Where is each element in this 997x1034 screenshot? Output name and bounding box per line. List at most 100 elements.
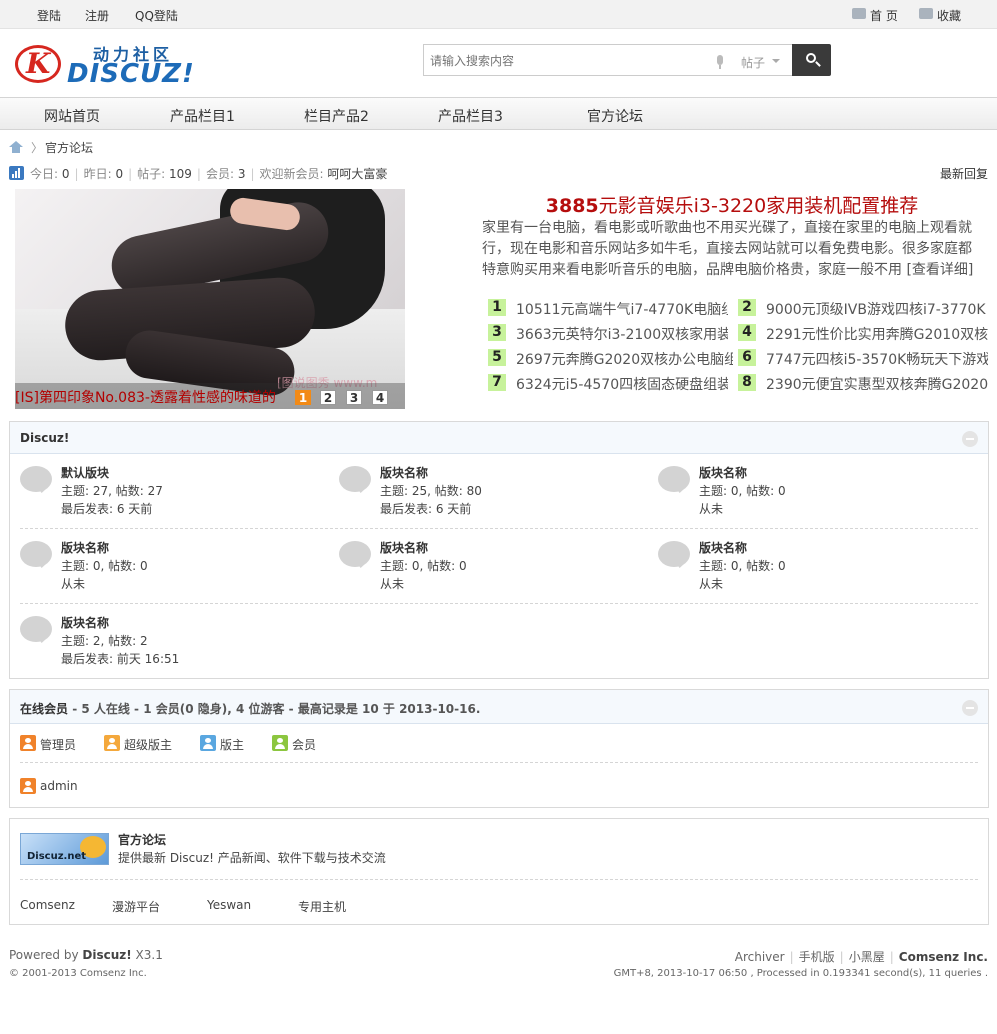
stat-today-label: 今日: xyxy=(30,167,59,181)
stat-members-value: 3 xyxy=(237,167,246,181)
nav-item-forum[interactable]: 官方论坛 xyxy=(587,106,643,126)
friend-link[interactable]: Comsenz xyxy=(20,898,75,912)
collapse-icon[interactable] xyxy=(962,431,978,447)
forum-meta: 主题: 0, 帖数: 0 xyxy=(61,559,148,573)
rank-badge: 2 xyxy=(738,299,756,316)
discuz-link[interactable]: Discuz! xyxy=(82,948,131,962)
search-box: 帖子 xyxy=(423,44,792,76)
slide-page-1[interactable]: 1 xyxy=(295,390,311,405)
collapse-icon[interactable] xyxy=(962,700,978,716)
list-item[interactable]: 6 7747元四核i5-3570K畅玩天下游戏 xyxy=(738,348,988,366)
legend-label: 超级版主 xyxy=(124,738,173,752)
search-type-select[interactable]: 帖子 xyxy=(741,54,765,71)
forum-item[interactable]: 版块名称 主题: 0, 帖数: 0 从未 xyxy=(20,539,320,599)
forum-item[interactable]: 版块名称 主题: 0, 帖数: 0 从未 xyxy=(339,539,639,599)
rank-badge: 3 xyxy=(488,324,506,341)
list-item[interactable]: 5 2697元奔腾G2020双核办公电脑组 xyxy=(488,348,733,366)
forum-name[interactable]: 版块名称 xyxy=(380,464,428,481)
home-link[interactable]: 首 页 xyxy=(852,7,898,24)
friend-link[interactable]: 专用主机 xyxy=(298,898,346,915)
headline-summary: 家里有一台电脑，看电影或听歌曲也不用买光碟了，直接在家里的电脑上观看就行，现在电… xyxy=(482,218,976,281)
panel-header: 在线会员 - 5 人在线 - 1 会员(0 隐身), 4 位游客 - 最高记录是… xyxy=(10,690,988,724)
forum-meta: 主题: 27, 帖数: 27 xyxy=(61,484,163,498)
list-item[interactable]: 4 2291元性价比实用奔腾G2010双核 xyxy=(738,323,988,341)
nav-item-home[interactable]: 网站首页 xyxy=(44,106,100,126)
official-forum-link[interactable]: 官方论坛 xyxy=(118,831,166,848)
site-logo[interactable]: K 动力社区 DISCUZ! xyxy=(15,41,215,89)
forum-item[interactable]: 版块名称 主题: 0, 帖数: 0 从未 xyxy=(658,464,958,524)
home-icon[interactable] xyxy=(9,141,23,153)
headline-title[interactable]: 3885元影音娱乐i3-3220家用装机配置推荐 xyxy=(482,191,982,218)
forum-item[interactable]: 版块名称 主题: 0, 帖数: 0 从未 xyxy=(658,539,958,599)
company-link[interactable]: Comsenz Inc. xyxy=(899,950,988,964)
microphone-icon[interactable] xyxy=(717,55,723,69)
slide-caption[interactable]: [IS]第四印象No.083-透露着性感的味道的 xyxy=(15,387,276,407)
breadcrumb-current[interactable]: 官方论坛 xyxy=(45,139,93,156)
stat-yesterday-label: 昨日: xyxy=(83,167,112,181)
bar-chart-icon xyxy=(9,166,24,180)
legend-label: 会员 xyxy=(292,738,317,752)
forum-item[interactable]: 版块名称 主题: 25, 帖数: 80 最后发表: 6 天前 xyxy=(339,464,639,524)
favorite-link-label: 收藏 xyxy=(937,9,962,23)
list-item[interactable]: 1 10511元高端牛气i7-4770K电脑组 xyxy=(488,298,728,316)
main-nav: 网站首页 产品栏目1 栏目产品2 产品栏目3 官方论坛 xyxy=(0,97,997,130)
logo-en-text: DISCUZ! xyxy=(67,59,195,89)
stat-members-label: 会员: xyxy=(205,167,234,181)
qq-login-link[interactable]: QQ登陆 xyxy=(135,7,178,24)
forum-item[interactable]: 默认版块 主题: 27, 帖数: 27 最后发表: 6 天前 xyxy=(20,464,320,524)
forum-name[interactable]: 版块名称 xyxy=(380,539,428,556)
register-link[interactable]: 注册 xyxy=(85,7,109,24)
member-user-icon xyxy=(272,735,288,751)
list-item[interactable]: 3 3663元英特尔i3-2100双核家用装 xyxy=(488,323,728,341)
list-item-title: 10511元高端牛气i7-4770K电脑组 xyxy=(516,302,728,316)
discuz-banner[interactable]: Discuz.net xyxy=(20,833,109,865)
nav-item-product-2[interactable]: 栏目产品2 xyxy=(304,106,369,126)
divider xyxy=(20,528,978,529)
chevron-down-icon xyxy=(772,59,780,67)
search-button[interactable] xyxy=(792,44,831,76)
forum-last-post[interactable]: 最后发表: 6 天前 xyxy=(380,500,471,517)
read-more-link[interactable]: [查看详细] xyxy=(906,262,973,278)
slide-page-4[interactable]: 4 xyxy=(372,390,388,405)
forum-last-post[interactable]: 最后发表: 6 天前 xyxy=(61,500,152,517)
blacklist-link[interactable]: 小黑屋 xyxy=(849,950,885,964)
nav-item-product-3[interactable]: 产品栏目3 xyxy=(438,106,503,126)
favorite-link[interactable]: 收藏 xyxy=(919,7,961,24)
legend-label: 管理员 xyxy=(40,738,77,752)
archiver-link[interactable]: Archiver xyxy=(735,950,785,964)
forum-name[interactable]: 默认版块 xyxy=(61,464,109,481)
friend-link[interactable]: Yeswan xyxy=(207,898,251,912)
mobile-link[interactable]: 手机版 xyxy=(799,950,835,964)
chat-bubble-icon xyxy=(852,8,866,19)
list-item[interactable]: 2 9000元顶级IVB游戏四核i7-3770K xyxy=(738,298,988,316)
chat-bubble-icon xyxy=(919,8,933,19)
home-link-label: 首 页 xyxy=(870,9,898,23)
latest-reply-link[interactable]: 最新回复 xyxy=(940,165,988,182)
online-title[interactable]: 在线会员 - 5 人在线 - 1 会员(0 隐身), 4 位游客 - 最高记录是… xyxy=(20,700,480,717)
slide-page-3[interactable]: 3 xyxy=(346,390,362,405)
top-bar: 登陆 注册 QQ登陆 首 页 收藏 xyxy=(0,0,997,29)
online-user-name[interactable]: admin xyxy=(40,779,78,793)
friend-link[interactable]: 漫游平台 xyxy=(112,898,160,915)
list-item-title: 2390元便宜实惠型双核奔腾G2020 xyxy=(766,377,988,391)
list-item[interactable]: 8 2390元便宜实惠型双核奔腾G2020 xyxy=(738,373,988,391)
list-item[interactable]: 7 6324元i5-4570四核固态硬盘组装 xyxy=(488,373,728,391)
divider xyxy=(20,603,978,604)
slideshow[interactable]: [图说图秀 www.m [IS]第四印象No.083-透露着性感的味道的 1 2… xyxy=(15,189,405,409)
search-input[interactable] xyxy=(430,52,700,70)
forum-name[interactable]: 版块名称 xyxy=(699,539,747,556)
category-title[interactable]: Discuz! xyxy=(20,431,69,445)
list-item-title: 3663元英特尔i3-2100双核家用装 xyxy=(516,327,728,341)
login-link[interactable]: 登陆 xyxy=(37,7,61,24)
forum-bubble-icon xyxy=(20,466,52,492)
forum-last-post[interactable]: 最后发表: 前天 16:51 xyxy=(61,650,179,667)
nav-item-product-1[interactable]: 产品栏目1 xyxy=(170,106,235,126)
slide-page-2[interactable]: 2 xyxy=(320,390,336,405)
headline-body: 家里有一台电脑，看电影或听歌曲也不用买光碟了，直接在家里的电脑上观看就行，现在电… xyxy=(482,220,972,278)
forum-item[interactable]: 版块名称 主题: 2, 帖数: 2 最后发表: 前天 16:51 xyxy=(20,614,320,674)
forum-name[interactable]: 版块名称 xyxy=(61,539,109,556)
forum-name[interactable]: 版块名称 xyxy=(61,614,109,631)
newest-member-link[interactable]: 呵呵大富豪 xyxy=(327,167,387,181)
list-item-title: 2291元性价比实用奔腾G2010双核 xyxy=(766,327,988,341)
forum-name[interactable]: 版块名称 xyxy=(699,464,747,481)
